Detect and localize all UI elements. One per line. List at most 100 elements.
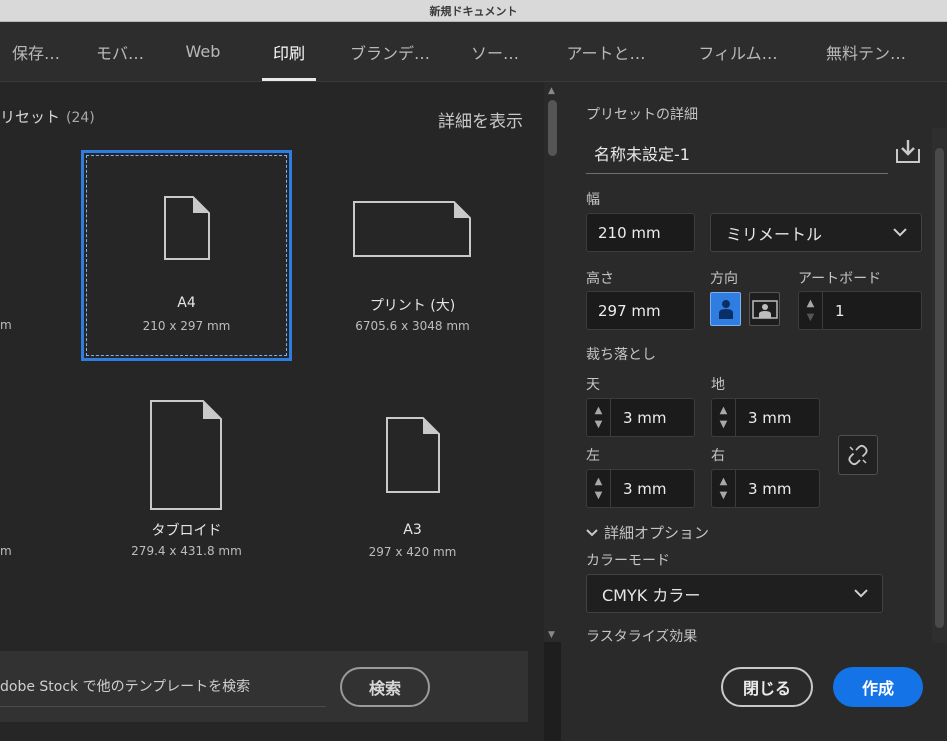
tab-saved[interactable]: 保存… (0, 22, 72, 81)
preset-card-tabloid[interactable]: タブロイド 279.4 x 431.8 mm (81, 382, 292, 593)
unit-dropdown[interactable]: ミリメートル (710, 213, 922, 252)
dialog-footer: 閉じる 作成 (561, 643, 947, 741)
bleed-top-value: 3 mm (623, 408, 667, 427)
document-landscape-icon (353, 201, 471, 257)
unit-value: ミリメートル (726, 224, 823, 244)
bleed-right-label: 右 (711, 448, 725, 464)
tab-free-templates[interactable]: 無料テン… (812, 22, 920, 81)
scrollbar-thumb[interactable] (548, 100, 557, 156)
width-input[interactable]: 210 mm (586, 213, 695, 252)
preset-size: 6705.6 x 3048 mm (355, 319, 470, 333)
preset-name: A3 (403, 522, 422, 538)
create-button[interactable]: 作成 (833, 667, 923, 707)
bleed-left-label: 左 (586, 448, 600, 464)
chevron-down-icon[interactable]: ▼ (720, 489, 728, 503)
document-portrait-icon (164, 196, 210, 260)
partial-preset-size: m (0, 544, 12, 558)
search-underline (0, 706, 326, 707)
color-mode-dropdown[interactable]: CMYK カラー (586, 574, 883, 613)
stepper-arrows[interactable]: ▲ ▼ (712, 470, 736, 507)
bleed-label: 裁ち落とし (586, 347, 656, 363)
scrollbar-thumb[interactable] (935, 148, 944, 628)
preset-size: 279.4 x 431.8 mm (131, 544, 242, 558)
bleed-bottom-value: 3 mm (748, 408, 792, 427)
tab-mobile[interactable]: モバ… (84, 22, 156, 81)
width-value: 210 mm (598, 223, 661, 242)
bleed-top-stepper[interactable]: ▲ ▼ 3 mm (586, 398, 695, 437)
presets-pane: リセット (24) 詳細を表示 m m A4 210 x 297 mm プリント … (0, 82, 544, 741)
chevron-up-icon[interactable]: ▲ (720, 404, 728, 418)
tab-social[interactable]: ソー… (462, 22, 528, 81)
link-bleed-button[interactable] (838, 435, 878, 475)
presets-header: リセット (24) (0, 106, 95, 127)
details-scrollbar[interactable] (932, 128, 947, 643)
orientation-label: 方向 (710, 271, 738, 287)
chevron-down-icon (586, 528, 598, 536)
preset-name: A4 (177, 295, 196, 311)
bleed-top-label: 天 (586, 377, 600, 393)
artboard-value: 1 (835, 301, 845, 320)
chevron-up-icon[interactable]: ▲ (807, 297, 815, 311)
chevron-down-icon (854, 588, 868, 597)
person-landscape-icon (751, 300, 778, 319)
close-button[interactable]: 閉じる (721, 667, 813, 707)
document-portrait-icon (386, 417, 440, 493)
preset-name: タブロイド (151, 523, 222, 539)
tab-branding[interactable]: ブランデ… (340, 22, 440, 81)
artboard-label: アートボード (798, 271, 882, 287)
chevron-down-icon (893, 227, 907, 236)
bleed-left-stepper[interactable]: ▲ ▼ 3 mm (586, 469, 695, 508)
category-tabs: 保存… モバ… Web 印刷 ブランデ… ソー… アートと… フィルム… 無料テ… (0, 22, 947, 82)
presets-title: リセット (0, 108, 61, 126)
artboard-stepper[interactable]: ▲ ▼ 1 (798, 291, 922, 330)
chevron-up-icon[interactable]: ▲ (595, 404, 603, 418)
bleed-left-value: 3 mm (623, 479, 667, 498)
tab-print[interactable]: 印刷 (262, 22, 316, 81)
advanced-options-toggle[interactable]: 詳細オプション (586, 522, 709, 543)
scroll-up-icon[interactable]: ▲ (548, 86, 555, 96)
tab-film-video[interactable]: フィルム… (684, 22, 792, 81)
height-value: 297 mm (598, 301, 661, 320)
tab-web[interactable]: Web (175, 22, 231, 81)
window-titlebar: 新規ドキュメント (0, 0, 947, 22)
save-preset-icon[interactable] (894, 137, 922, 165)
chevron-down-icon[interactable]: ▼ (720, 418, 728, 432)
chevron-up-icon[interactable]: ▲ (720, 475, 728, 489)
height-label: 高さ (586, 271, 614, 287)
color-mode-value: CMYK カラー (602, 585, 701, 605)
chevron-down-icon[interactable]: ▼ (595, 489, 603, 503)
show-details-link[interactable]: 詳細を表示 (438, 107, 523, 132)
stepper-arrows[interactable]: ▲ ▼ (587, 399, 611, 436)
preset-card-print-large[interactable]: プリント (大) 6705.6 x 3048 mm (307, 150, 518, 361)
stepper-arrows[interactable]: ▲ ▼ (587, 470, 611, 507)
partial-preset-size: m (0, 318, 12, 332)
advanced-options-label: 詳細オプション (604, 524, 710, 542)
presets-count: (24) (66, 110, 95, 126)
preset-size: 210 x 297 mm (142, 319, 231, 333)
stepper-arrows[interactable]: ▲ ▼ (712, 399, 736, 436)
stock-search-input[interactable]: dobe Stock で他のテンプレートを検索 (0, 676, 250, 696)
search-button[interactable]: 検索 (340, 667, 430, 707)
chevron-down-icon[interactable]: ▼ (807, 311, 815, 325)
chevron-down-icon[interactable]: ▼ (595, 418, 603, 432)
preset-name-field[interactable]: 名称未設定-1 (586, 136, 888, 174)
preset-size: 297 x 420 mm (368, 545, 457, 559)
tab-art-illustration[interactable]: アートと… (554, 22, 658, 81)
presets-scrollbar[interactable]: ▲ ▼ (544, 82, 561, 642)
document-portrait-icon (150, 400, 222, 510)
height-input[interactable]: 297 mm (586, 291, 695, 330)
preset-card-a3[interactable]: A3 297 x 420 mm (307, 382, 518, 593)
bleed-bottom-stepper[interactable]: ▲ ▼ 3 mm (711, 398, 820, 437)
width-label: 幅 (586, 192, 600, 208)
scroll-down-icon[interactable]: ▼ (548, 630, 555, 640)
color-mode-label: カラーモード (586, 553, 670, 569)
chevron-up-icon[interactable]: ▲ (595, 475, 603, 489)
unlink-chain-icon (848, 444, 868, 466)
orientation-portrait-button[interactable] (710, 292, 741, 326)
bleed-right-stepper[interactable]: ▲ ▼ 3 mm (711, 469, 820, 508)
preset-name: プリント (大) (369, 298, 456, 314)
orientation-landscape-button[interactable] (749, 292, 780, 326)
stepper-arrows[interactable]: ▲ ▼ (799, 292, 823, 329)
stock-search-bar: dobe Stock で他のテンプレートを検索 検索 (0, 651, 528, 722)
preset-card-a4[interactable]: A4 210 x 297 mm (81, 150, 292, 361)
